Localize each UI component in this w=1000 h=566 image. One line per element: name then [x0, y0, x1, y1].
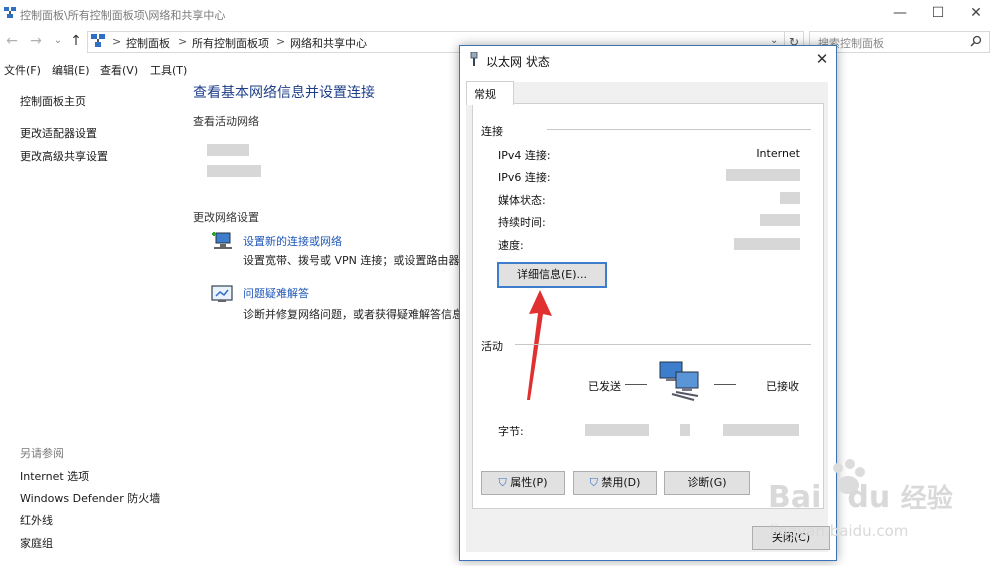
- control-panel-icon: [91, 34, 105, 47]
- close-window-button[interactable]: ✕: [966, 4, 986, 22]
- watermark-url: jingyan.baidu.com: [770, 522, 909, 540]
- setup-connection-link[interactable]: 设置新的连接或网络: [243, 233, 342, 249]
- connection-group-label: 连接: [481, 125, 503, 138]
- breadcrumb-separator: >: [178, 35, 188, 48]
- shield-icon: ⛉: [589, 476, 598, 489]
- speed-redacted: [734, 238, 800, 250]
- change-settings-heading: 更改网络设置: [193, 211, 259, 224]
- watermark-brand: Bai: [768, 480, 822, 515]
- media-state-label: 媒体状态:: [498, 194, 546, 207]
- sidebar-item-homegroup[interactable]: 家庭组: [20, 535, 53, 551]
- troubleshoot-desc: 诊断并修复网络问题，或者获得疑难解答信息。: [243, 308, 459, 321]
- sidebar-item-adapter[interactable]: 更改适配器设置: [20, 125, 97, 141]
- connection-divider: [547, 129, 811, 130]
- disable-button[interactable]: ⛉ 禁用(D): [573, 471, 657, 495]
- page-title: 查看基本网络信息并设置连接: [193, 85, 375, 101]
- dialog-close-icon[interactable]: ✕: [813, 50, 831, 68]
- received-label: 已接收: [766, 380, 799, 393]
- watermark-logo: Bai du 经验: [768, 478, 953, 515]
- activity-divider: [515, 344, 811, 345]
- details-button[interactable]: 详细信息(E)...: [497, 262, 607, 288]
- watermark-cn: 经验: [900, 484, 953, 514]
- breadcrumb-separator: >: [112, 35, 122, 48]
- disable-button-label: 禁用(D): [601, 476, 641, 489]
- setup-connection-desc: 设置宽带、拨号或 VPN 连接；或设置路由器或接入点。: [243, 254, 459, 267]
- search-icon[interactable]: [970, 35, 982, 47]
- network-type-redacted: [207, 165, 261, 177]
- speed-label: 速度:: [498, 239, 524, 252]
- tab-general-label: 常规: [474, 88, 496, 101]
- new-connection-icon: [212, 232, 232, 249]
- diagnose-button[interactable]: 诊断(G): [664, 471, 750, 495]
- bytes-sent-redacted-extra: [680, 424, 690, 436]
- back-arrow-icon[interactable]: ←: [4, 33, 20, 49]
- watermark-brand2: du: [847, 480, 891, 515]
- see-also-heading: 另请参阅: [20, 447, 64, 460]
- menu-file[interactable]: 文件(F): [4, 62, 41, 78]
- breadcrumb-control-panel[interactable]: 控制面板: [126, 35, 170, 51]
- sent-label: 已发送: [588, 380, 621, 393]
- sent-line: [625, 384, 647, 385]
- recent-dropdown-icon[interactable]: ⌄: [50, 33, 66, 49]
- sidebar-item-infrared[interactable]: 红外线: [20, 512, 53, 528]
- sidebar-item-internet-options[interactable]: Internet 选项: [20, 468, 89, 484]
- activity-group-label: 活动: [481, 340, 503, 353]
- received-line: [714, 384, 736, 385]
- shield-icon: ⛉: [498, 476, 507, 489]
- sidebar-item-firewall[interactable]: Windows Defender 防火墙: [20, 490, 160, 506]
- network-name-redacted: [207, 144, 249, 156]
- ethernet-cable-icon: [470, 52, 478, 66]
- bytes-received-redacted: [723, 424, 799, 436]
- breadcrumb-all-items[interactable]: 所有控制面板项: [192, 35, 269, 51]
- ipv4-value: Internet: [756, 147, 800, 160]
- ipv6-value-redacted: [726, 169, 800, 181]
- breadcrumb-separator: >: [276, 35, 286, 48]
- properties-button-label: 属性(P): [510, 476, 548, 489]
- window-title: 控制面板\所有控制面板项\网络和共享中心: [20, 9, 226, 22]
- properties-button[interactable]: ⛉ 属性(P): [481, 471, 565, 495]
- troubleshoot-link[interactable]: 问题疑难解答: [243, 285, 309, 301]
- menu-edit[interactable]: 编辑(E): [52, 62, 90, 78]
- dialog-title: 以太网 状态: [486, 55, 550, 69]
- bytes-label: 字节:: [498, 425, 524, 438]
- breadcrumb-network-center[interactable]: 网络和共享中心: [290, 35, 367, 51]
- red-arrow-annotation: [527, 290, 552, 400]
- menu-tools[interactable]: 工具(T): [150, 62, 187, 78]
- forward-arrow-icon[interactable]: →: [28, 33, 44, 49]
- media-state-redacted: [780, 192, 800, 204]
- duration-redacted: [760, 214, 800, 226]
- network-center-icon: [4, 7, 16, 18]
- duration-label: 持续时间:: [498, 216, 546, 229]
- sidebar-item-sharing[interactable]: 更改高级共享设置: [20, 148, 108, 164]
- up-arrow-icon[interactable]: ↑: [68, 33, 84, 49]
- active-networks-heading: 查看活动网络: [193, 115, 259, 128]
- troubleshoot-icon: [211, 285, 233, 302]
- sidebar-item-home[interactable]: 控制面板主页: [20, 93, 86, 109]
- ipv4-label: IPv4 连接:: [498, 149, 551, 162]
- menu-view[interactable]: 查看(V): [100, 62, 138, 78]
- ipv6-label: IPv6 连接:: [498, 171, 551, 184]
- maximize-button[interactable]: ☐: [928, 4, 948, 22]
- minimize-button[interactable]: —: [890, 4, 910, 22]
- bytes-sent-redacted: [585, 424, 649, 436]
- network-activity-icon: [659, 361, 699, 401]
